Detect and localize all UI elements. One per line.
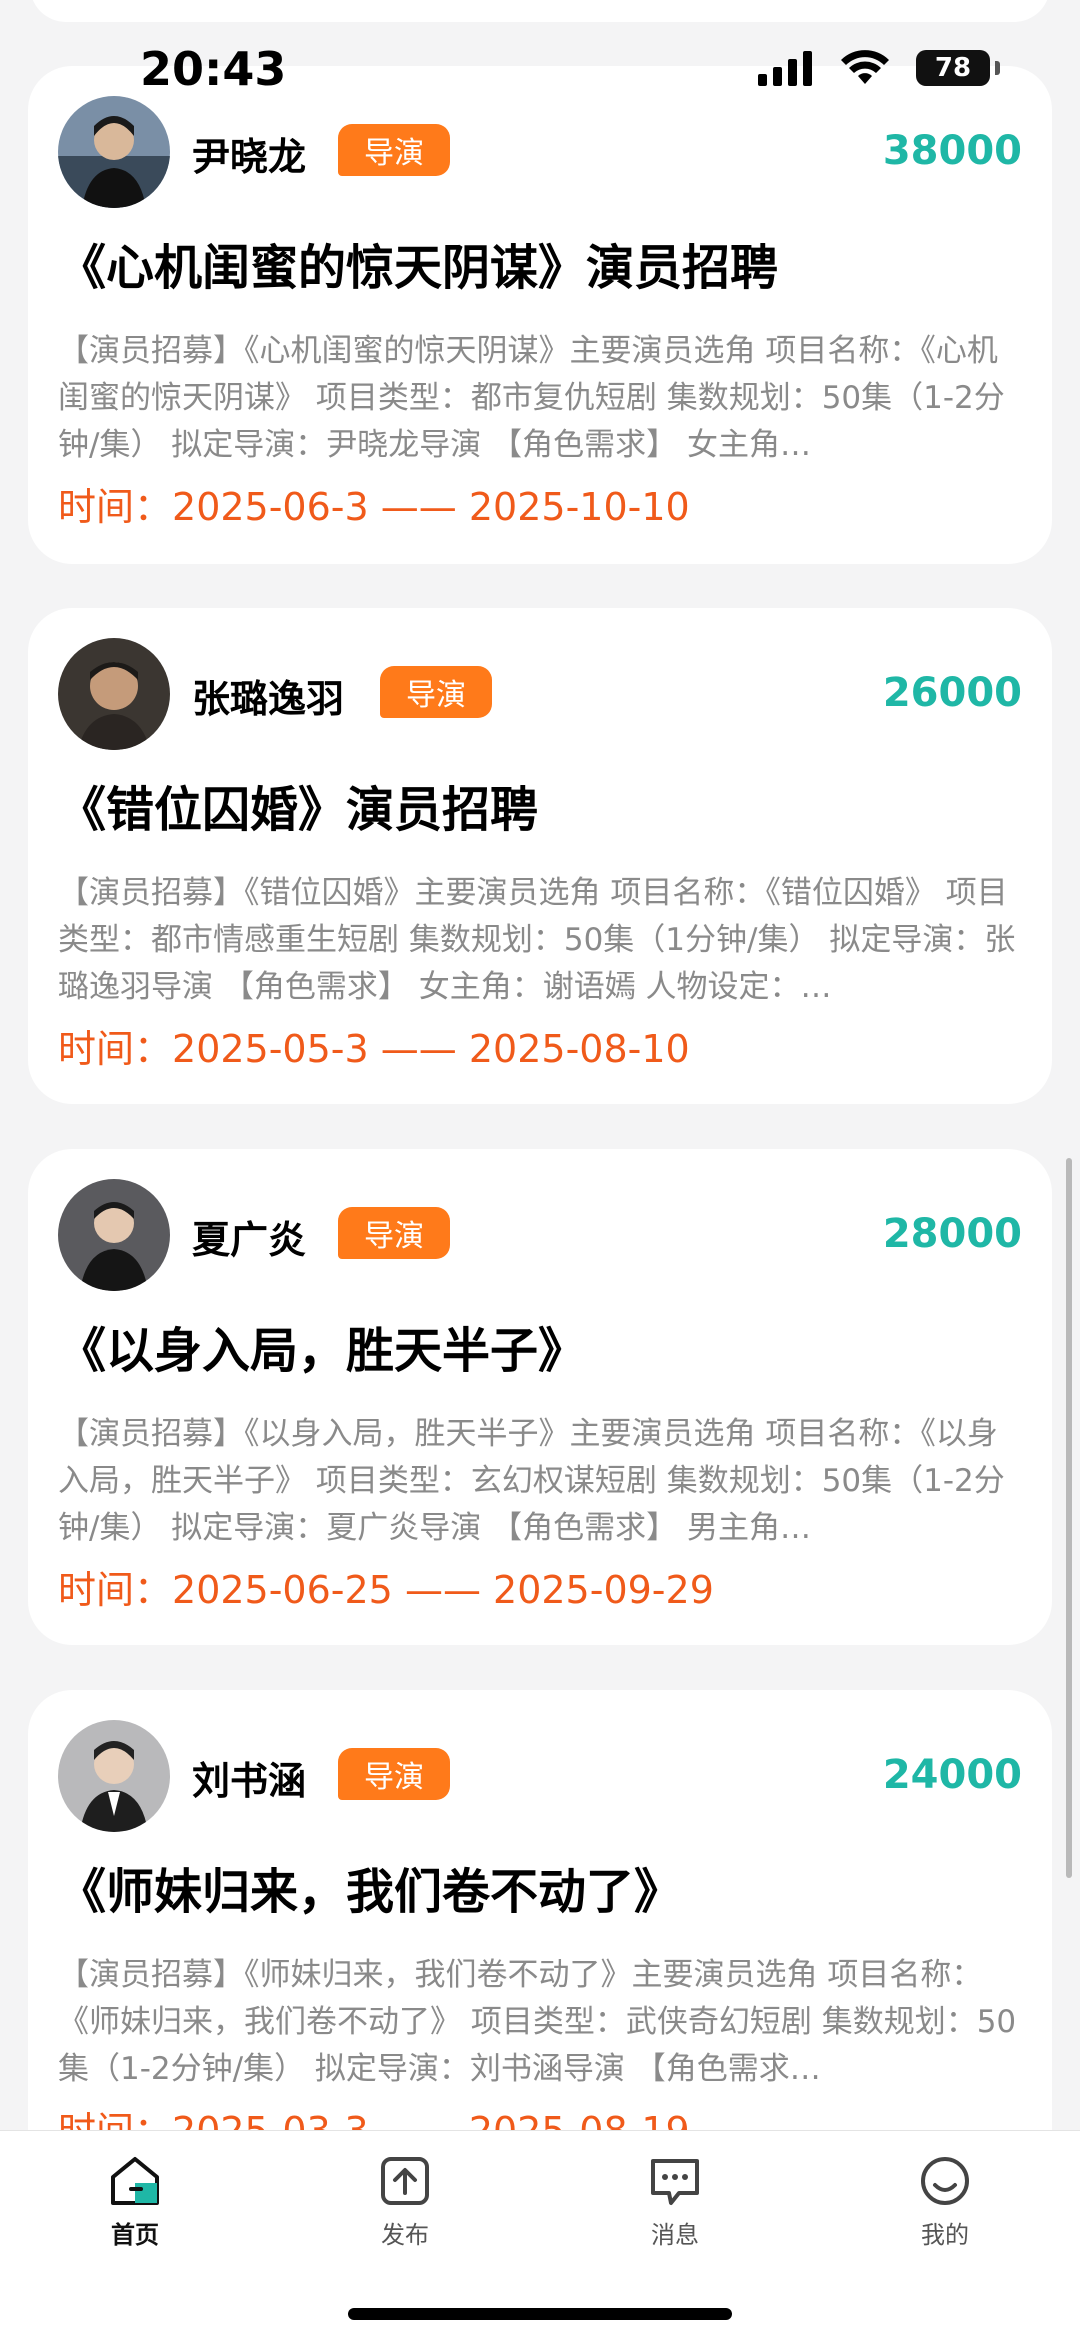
scrollbar[interactable] xyxy=(1066,1158,1072,1878)
period-label: 时间： xyxy=(58,1568,173,1612)
job-description: 【演员招募】《心机闺蜜的惊天阴谋》主要演员选角 项目名称：《心机闺蜜的惊天阴谋》… xyxy=(58,333,1005,463)
tab-messages[interactable]: 消息 xyxy=(575,2153,775,2250)
job-title: 《以身入局，胜天半子》 xyxy=(58,1323,587,1379)
tab-profile[interactable]: 我的 xyxy=(845,2153,1045,2250)
director-name: 夏广炎 xyxy=(192,1218,307,1262)
end-date: 2025-10-10 xyxy=(468,485,690,529)
avatar[interactable] xyxy=(58,1720,170,1832)
upload-icon xyxy=(381,2157,429,2205)
period-label: 时间： xyxy=(58,1027,173,1071)
tab-label: 我的 xyxy=(921,2221,969,2249)
tab-label: 消息 xyxy=(651,2221,699,2249)
role-tag: 导演 xyxy=(380,666,492,718)
price: 28000 xyxy=(882,1211,1022,1257)
job-card[interactable]: 张璐逸羽 导演 26000 《错位囚婚》演员招聘 【演员招募】《错位囚婚》主要演… xyxy=(28,608,1052,1104)
start-date: 2025-06-25 xyxy=(172,1568,393,1612)
job-card[interactable]: 尹晓龙 导演 38000 《心机闺蜜的惊天阴谋》演员招聘 【演员招募】《心机闺蜜… xyxy=(28,66,1052,564)
job-description: 【演员招募】《错位囚婚》主要演员选角 项目名称：《错位囚婚》 项目类型：都市情感… xyxy=(58,875,1016,1005)
director-name: 张璐逸羽 xyxy=(192,677,345,721)
status-time: 20:43 xyxy=(140,42,287,96)
period-separator: —— xyxy=(392,1568,494,1612)
job-title: 《错位囚婚》演员招聘 xyxy=(58,782,539,838)
status-icons: 78 xyxy=(758,50,1000,86)
director-name: 刘书涵 xyxy=(192,1759,307,1803)
smiley-icon xyxy=(921,2157,969,2205)
job-card[interactable]: 夏广炎 导演 28000 《以身入局，胜天半子》 【演员招募】《以身入局，胜天半… xyxy=(28,1149,1052,1645)
role-tag: 导演 xyxy=(338,1207,450,1259)
end-date: 2025-08-10 xyxy=(468,1027,690,1071)
status-bar: 20:43 78 xyxy=(0,0,1080,140)
price: 26000 xyxy=(882,670,1022,716)
message-icon xyxy=(651,2159,699,2205)
tab-label: 发布 xyxy=(381,2221,429,2249)
period: 时间：2025-06-25 —— 2025-09-29 xyxy=(58,1559,714,1614)
job-title: 《师妹归来，我们卷不动了》 xyxy=(58,1864,683,1920)
period-separator: —— xyxy=(368,485,469,529)
wifi-icon xyxy=(841,50,889,84)
period-label: 时间： xyxy=(58,485,173,529)
avatar[interactable] xyxy=(58,1179,170,1291)
home-icon xyxy=(111,2157,159,2205)
avatar[interactable] xyxy=(58,638,170,750)
price: 24000 xyxy=(882,1752,1022,1798)
tab-home[interactable]: 首页 xyxy=(35,2153,235,2250)
start-date: 2025-06-3 xyxy=(172,485,369,529)
role-tag: 导演 xyxy=(338,1748,450,1800)
signal-icon xyxy=(758,51,812,86)
job-description: 【演员招募】《师妹归来，我们卷不动了》主要演员选角 项目名称：《师妹归来，我们卷… xyxy=(58,1957,1017,2087)
period: 时间：2025-06-3 —— 2025-10-10 xyxy=(58,476,690,531)
tab-publish[interactable]: 发布 xyxy=(305,2153,505,2250)
tab-label: 首页 xyxy=(111,2221,159,2249)
job-title: 《心机闺蜜的惊天阴谋》演员招聘 xyxy=(58,240,779,296)
period-separator: —— xyxy=(368,1027,469,1071)
start-date: 2025-05-3 xyxy=(172,1027,369,1071)
battery-icon: 78 xyxy=(916,50,1000,86)
home-indicator[interactable] xyxy=(348,2308,732,2320)
job-description: 【演员招募】《以身入局，胜天半子》主要演员选角 项目名称：《以身入局，胜天半子》… xyxy=(58,1416,1005,1546)
period: 时间：2025-05-3 —— 2025-08-10 xyxy=(58,1018,690,1073)
end-date: 2025-09-29 xyxy=(493,1568,714,1612)
